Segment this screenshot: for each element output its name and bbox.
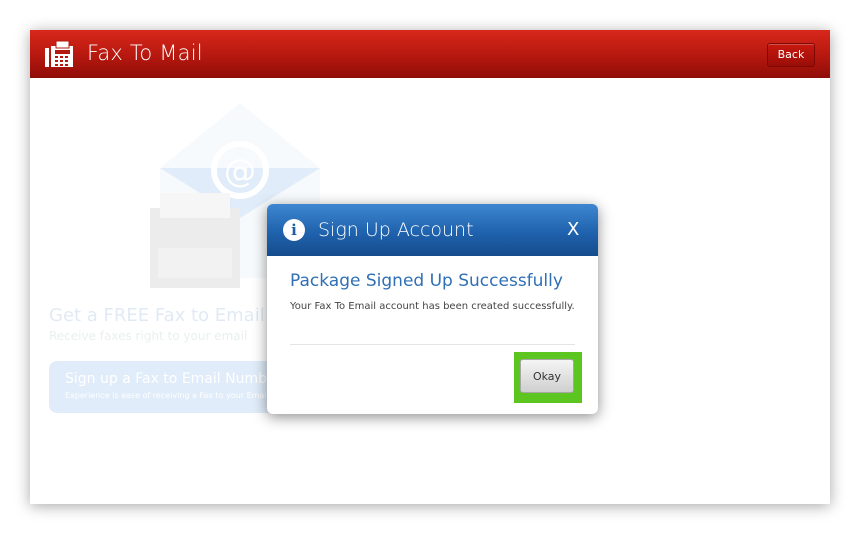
dialog-message-title: Package Signed Up Successfully (290, 271, 563, 291)
dialog-divider (290, 344, 575, 345)
okay-button-highlight: Okay (514, 352, 582, 403)
dialog-message: Your Fax To Email account has been creat… (290, 301, 575, 312)
dialog-close-button[interactable]: X (567, 218, 583, 242)
signup-success-dialog: i Sign Up Account X Package Signed Up Su… (267, 204, 598, 414)
dialog-header: i Sign Up Account X (267, 204, 598, 256)
fax-machine-icon (45, 40, 73, 67)
back-button[interactable]: Back (767, 43, 815, 67)
app-title: Fax To Mail (87, 41, 203, 65)
dialog-title: Sign Up Account (318, 219, 474, 241)
info-icon: i (283, 219, 305, 241)
signup-fax-number-button[interactable]: Sign up a Fax to Email Number Experience… (49, 361, 282, 413)
app-header: Fax To Mail Back (30, 30, 830, 78)
promo-subtitle: Receive faxes right to your email (49, 329, 248, 343)
signup-button-subtitle: Experience is ease of receiving a Fax to… (65, 391, 267, 400)
svg-text:@: @ (224, 152, 256, 190)
signup-button-title: Sign up a Fax to Email Number (65, 371, 282, 387)
okay-button[interactable]: Okay (520, 359, 574, 393)
